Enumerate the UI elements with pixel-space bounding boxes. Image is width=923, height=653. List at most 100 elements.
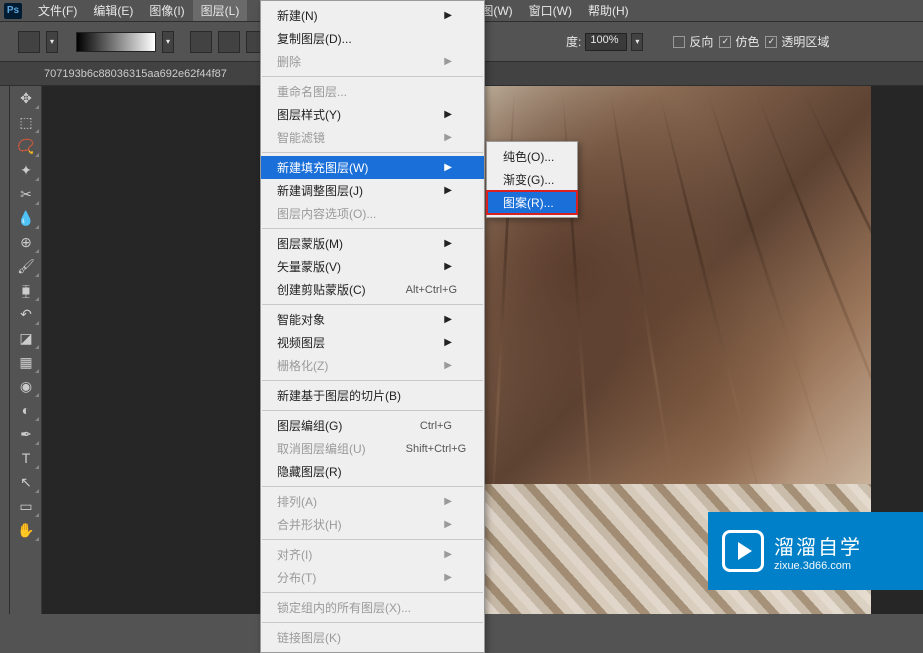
tool-brush[interactable]: 🖌	[12, 254, 40, 278]
play-icon	[722, 530, 764, 572]
layer-dropdown-menu: 新建(N)▶复制图层(D)...删除▶重命名图层...图层样式(Y)▶智能滤镜▶…	[260, 0, 485, 653]
menu-item[interactable]: 图层编组(G)Ctrl+G	[261, 414, 484, 437]
menu-layer[interactable]: 图层(L)	[193, 0, 248, 21]
menu-item-label: 矢量蒙版(V)	[277, 258, 341, 275]
tool-blur[interactable]: ◉	[12, 374, 40, 398]
ps-icon: Ps	[4, 3, 22, 19]
tool-healing[interactable]: ⊕	[12, 230, 40, 254]
menu-item-label: 创建剪贴蒙版(C)	[277, 281, 366, 298]
menu-item[interactable]: 纯色(O)...	[487, 145, 577, 168]
menu-item[interactable]: 视频图层▶	[261, 331, 484, 354]
menu-item[interactable]: 新建基于图层的切片(B)	[261, 384, 484, 407]
tool-path[interactable]: ↖	[12, 470, 40, 494]
menu-help[interactable]: 帮助(H)	[580, 0, 637, 21]
panel-strip	[0, 86, 10, 614]
checkbox-transparent[interactable]: 透明区域	[765, 33, 829, 50]
tool-move[interactable]: ✥	[12, 86, 40, 110]
menu-window[interactable]: 窗口(W)	[521, 0, 580, 21]
menu-item[interactable]: 创建剪贴蒙版(C) Alt+Ctrl+G	[261, 278, 484, 301]
tool-lasso[interactable]: 📿	[12, 134, 40, 158]
menu-item[interactable]: 复制图层(D)...	[261, 27, 484, 50]
tool-stamp[interactable]: ⧯	[12, 278, 40, 302]
menu-item-label: 分布(T)	[277, 569, 316, 586]
tool-type[interactable]: T	[12, 446, 40, 470]
submenu-arrow-icon: ▶	[444, 261, 452, 272]
checkbox-box	[765, 36, 777, 48]
submenu-arrow-icon: ▶	[444, 109, 452, 120]
tool-dodge[interactable]: ◐	[12, 398, 40, 422]
submenu-arrow-icon: ▶	[444, 162, 452, 173]
menu-item-label: 删除	[277, 53, 301, 70]
menu-item[interactable]: 新建(N)▶	[261, 4, 484, 27]
tool-eyedropper[interactable]: 💧	[12, 206, 40, 230]
tool-wand[interactable]: ✦	[12, 158, 40, 182]
menu-item[interactable]: 智能对象▶	[261, 308, 484, 331]
document-tab[interactable]: 707193b6c88036315aa692e62f44f87	[44, 68, 227, 80]
gradient-type-linear[interactable]	[190, 31, 212, 53]
menu-item[interactable]: 图层样式(Y) ▶	[261, 103, 484, 126]
tool-crop[interactable]: ✂	[12, 182, 40, 206]
menu-item[interactable]: 隐藏图层(R)	[261, 460, 484, 483]
menu-item-label: 合并形状(H)	[277, 516, 342, 533]
menu-item[interactable]: 渐变(G)...	[487, 168, 577, 191]
menu-item-label: 栅格化(Z)	[277, 357, 328, 374]
menu-item: 分布(T) ▶	[261, 566, 484, 589]
submenu-arrow-icon: ▶	[444, 572, 452, 583]
tool-gradient[interactable]: ▦	[12, 350, 40, 374]
tool-marquee[interactable]: ⬚	[12, 110, 40, 134]
submenu-arrow-icon: ▶	[444, 360, 452, 371]
menu-item-label: 链接图层(K)	[277, 629, 341, 646]
tool-pen[interactable]: ✒	[12, 422, 40, 446]
checkbox-dither[interactable]: 仿色	[719, 33, 759, 50]
menu-item: 链接图层(K)	[261, 626, 484, 649]
menu-edit[interactable]: 编辑(E)	[85, 0, 141, 21]
menu-item[interactable]: 新建填充图层(W) ▶	[261, 156, 484, 179]
tool-eraser[interactable]: ◪	[12, 326, 40, 350]
menu-item-label: 新建基于图层的切片(B)	[277, 387, 401, 404]
menu-item[interactable]: 新建调整图层(J)▶	[261, 179, 484, 202]
checkbox-reverse[interactable]: 反向	[673, 33, 713, 50]
tool-hand[interactable]: ✋	[12, 518, 40, 542]
menu-item: 栅格化(Z) ▶	[261, 354, 484, 377]
watermark-title: 溜溜自学	[774, 531, 862, 560]
menu-item-label: 智能对象	[277, 311, 325, 328]
tool-history[interactable]: ↶	[12, 302, 40, 326]
gradient-picker[interactable]	[76, 32, 156, 52]
opacity-dropdown[interactable]: ▾	[631, 33, 643, 51]
menu-image[interactable]: 图像(I)	[141, 0, 192, 21]
menu-item-label: 新建填充图层(W)	[277, 159, 368, 176]
menu-item[interactable]: 图案(R)...	[487, 191, 577, 214]
menu-item: 重命名图层...	[261, 80, 484, 103]
tool-shape[interactable]: ▭	[12, 494, 40, 518]
submenu-arrow-icon: ▶	[444, 496, 452, 507]
tool-preset[interactable]	[18, 31, 40, 53]
toolbox: ✥ ⬚ 📿 ✦ ✂ 💧 ⊕ 🖌 ⧯ ↶ ◪ ▦ ◉ ◐ ✒ T ↖ ▭ ✋	[10, 86, 42, 614]
checkbox-box	[673, 36, 685, 48]
menu-item-label: 重命名图层...	[277, 83, 347, 100]
menu-item-label: 锁定组内的所有图层(X)...	[277, 599, 411, 616]
menu-item-label: 新建(N)	[277, 7, 318, 24]
menu-item-label: 渐变(G)...	[503, 171, 554, 188]
menu-item[interactable]: 矢量蒙版(V) ▶	[261, 255, 484, 278]
tool-preset-dropdown[interactable]: ▾	[46, 31, 58, 53]
menu-item-label: 视频图层	[277, 334, 325, 351]
menu-item-label: 纯色(O)...	[503, 148, 554, 165]
menu-shortcut: Alt+Ctrl+G	[406, 284, 457, 296]
gradient-dropdown[interactable]: ▾	[162, 31, 174, 53]
menu-item-label: 图层样式(Y)	[277, 106, 341, 123]
menu-item: 排列(A)▶	[261, 490, 484, 513]
watermark: 溜溜自学 zixue.3d66.com	[708, 512, 923, 590]
opacity-input[interactable]: 100%	[585, 33, 627, 51]
menu-item-label: 图层编组(G)	[277, 417, 342, 434]
menu-item-label: 取消图层编组(U)	[277, 440, 366, 457]
gradient-type-radial[interactable]	[218, 31, 240, 53]
menu-item: 图层内容选项(O)...	[261, 202, 484, 225]
menu-item: 删除▶	[261, 50, 484, 73]
checkbox-box	[719, 36, 731, 48]
menu-item-label: 对齐(I)	[277, 546, 312, 563]
menu-item[interactable]: 图层蒙版(M)▶	[261, 232, 484, 255]
menu-item-label: 图案(R)...	[503, 194, 554, 211]
opacity-label: 度:	[566, 33, 581, 50]
menu-file[interactable]: 文件(F)	[30, 0, 85, 21]
menu-item-label: 隐藏图层(R)	[277, 463, 342, 480]
